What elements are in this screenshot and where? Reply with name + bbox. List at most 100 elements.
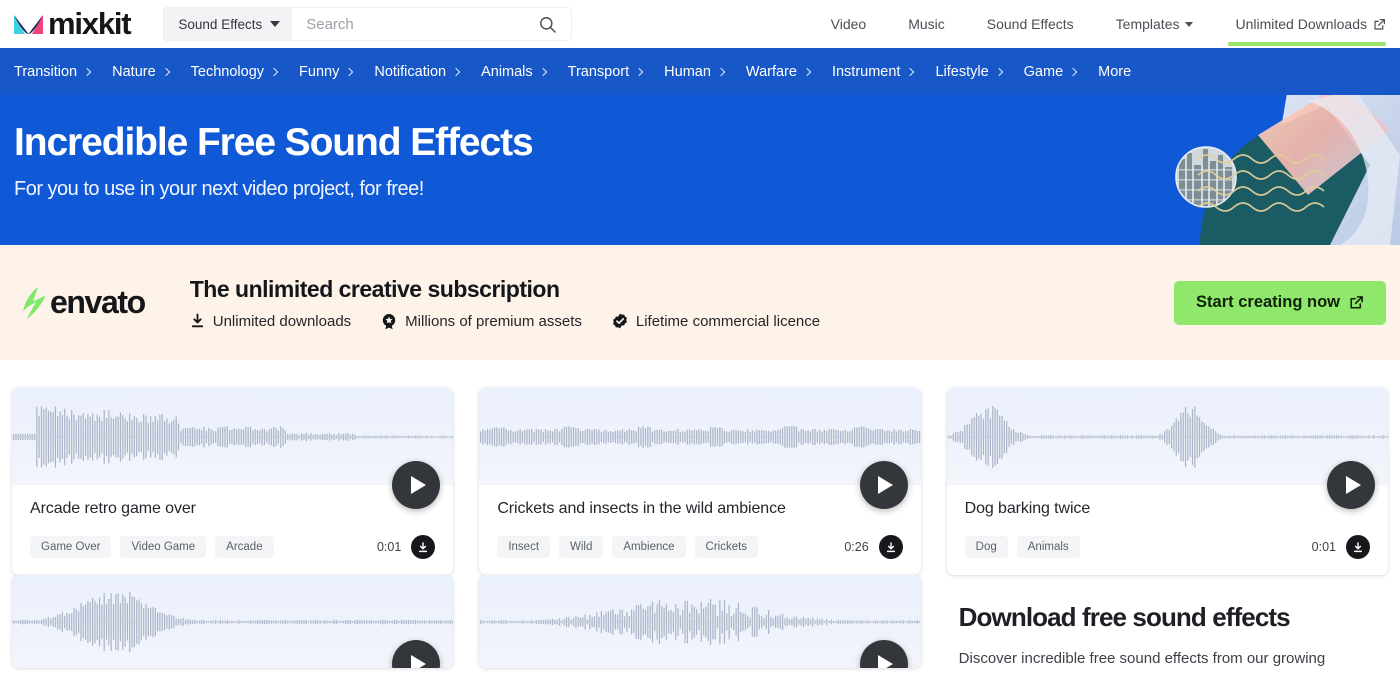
category-item-more[interactable]: More bbox=[1098, 64, 1153, 80]
envato-logo[interactable]: envato bbox=[22, 284, 146, 321]
duration-label: 0:26 bbox=[844, 540, 869, 554]
category-item-transition[interactable]: Transition bbox=[14, 64, 112, 80]
envato-promo-banner: envato The unlimited creative subscripti… bbox=[0, 245, 1400, 360]
category-item-funny[interactable]: Funny bbox=[299, 64, 374, 80]
envato-feature-unlimited-downloads: Unlimited downloads bbox=[190, 313, 351, 330]
tag-chip[interactable]: Ambience bbox=[612, 536, 686, 558]
feature-label: Millions of premium assets bbox=[405, 312, 582, 330]
promo-description: Discover incredible free sound effects f… bbox=[958, 650, 1326, 667]
card-meta: 0:01 bbox=[376, 535, 436, 559]
chevron-right-icon bbox=[538, 67, 547, 76]
category-nav-bar: Transition Nature Technology Funny Notificat… bbox=[0, 48, 1400, 95]
category-item-notification[interactable]: Notification bbox=[374, 64, 481, 80]
category-label: Human bbox=[664, 63, 711, 80]
category-item-animals[interactable]: Animals bbox=[481, 64, 568, 80]
play-button[interactable] bbox=[392, 461, 441, 509]
search-category-label: Sound Effects bbox=[178, 16, 263, 32]
card-body: Arcade retro game over Game Over Video Gam… bbox=[12, 485, 453, 575]
primary-nav: Video Music Sound Effects Templates Unli… bbox=[810, 0, 1400, 48]
play-button[interactable] bbox=[1327, 461, 1375, 509]
category-item-nature[interactable]: Nature bbox=[112, 64, 191, 80]
download-icon bbox=[419, 541, 428, 552]
category-label: Transition bbox=[14, 63, 78, 80]
tag-chip[interactable]: Arcade bbox=[215, 536, 274, 558]
nav-item-music[interactable]: Music bbox=[887, 0, 966, 48]
chevron-right-icon bbox=[634, 67, 644, 76]
chevron-right-icon bbox=[269, 67, 279, 76]
download-button[interactable] bbox=[1346, 535, 1370, 559]
category-item-warfare[interactable]: Warfare bbox=[746, 64, 832, 80]
download-button[interactable] bbox=[411, 535, 436, 559]
waveform-area[interactable] bbox=[479, 388, 921, 509]
envato-bolt-icon bbox=[23, 286, 46, 319]
dog-barking-twice-waveform bbox=[946, 405, 1388, 468]
nav-item-templates[interactable]: Templates bbox=[1095, 0, 1215, 48]
mixkit-m-mark-icon bbox=[14, 14, 43, 34]
duration-label: 0:01 bbox=[376, 540, 402, 554]
play-button[interactable] bbox=[859, 461, 908, 509]
tag-chip[interactable]: Dog bbox=[964, 536, 1008, 558]
category-label: Animals bbox=[481, 63, 533, 80]
site-logo[interactable]: mixkit bbox=[14, 0, 132, 48]
search-bar[interactable]: Sound Effects bbox=[163, 7, 573, 41]
feature-label: Unlimited downloads bbox=[212, 312, 352, 330]
download-button[interactable] bbox=[878, 535, 903, 559]
category-item-transport[interactable]: Transport bbox=[568, 64, 665, 80]
tag-chip[interactable]: Game Over bbox=[30, 536, 112, 558]
sound-card-partial-1[interactable] bbox=[12, 575, 454, 668]
sound-effect-card-grid: Arcade retro game over Game Over Video Gam… bbox=[0, 360, 1400, 575]
waveform-area[interactable] bbox=[12, 388, 454, 509]
play-icon bbox=[410, 476, 426, 494]
cta-label: Start creating now bbox=[1196, 293, 1340, 311]
partial-card-2-waveform bbox=[479, 598, 921, 645]
category-item-human[interactable]: Human bbox=[664, 64, 746, 80]
sound-card[interactable]: Arcade retro game over Game Over Video Gam… bbox=[12, 388, 454, 575]
tag-chip[interactable]: Crickets bbox=[694, 536, 759, 558]
sound-card-partial-2[interactable] bbox=[479, 575, 921, 668]
search-icon[interactable] bbox=[538, 15, 557, 34]
waveform-area[interactable] bbox=[946, 388, 1388, 509]
tag-chip[interactable]: Animals bbox=[1016, 536, 1080, 558]
search-field[interactable] bbox=[292, 8, 572, 40]
start-creating-now-button[interactable]: Start creating now bbox=[1174, 280, 1386, 325]
envato-feature-lifetime-licence: Lifetime commercial licence bbox=[612, 313, 820, 330]
category-item-technology[interactable]: Technology bbox=[191, 64, 299, 80]
nav-item-unlimited-downloads[interactable]: Unlimited Downloads bbox=[1214, 0, 1386, 48]
tag-chip[interactable]: Wild bbox=[559, 536, 604, 558]
arcade-retro-game-over-waveform bbox=[12, 405, 454, 468]
tag-row: Game Over Video Game Arcade 0:01 bbox=[30, 535, 436, 559]
search-input[interactable] bbox=[306, 15, 539, 33]
category-item-instrument[interactable]: Instrument bbox=[832, 64, 936, 80]
tag-chip[interactable]: Insect bbox=[497, 536, 551, 558]
category-label: More bbox=[1098, 63, 1132, 80]
chevron-right-icon bbox=[906, 67, 915, 76]
category-label: Technology bbox=[190, 63, 265, 80]
card-title: Dog barking twice bbox=[964, 500, 1091, 517]
nav-item-sound-effects[interactable]: Sound Effects bbox=[966, 0, 1095, 48]
hero-text-block: Incredible Free Sound Effects For you to… bbox=[14, 122, 534, 201]
category-label: Lifestyle bbox=[935, 63, 989, 80]
nav-item-video[interactable]: Video bbox=[810, 0, 888, 48]
category-label: Warfare bbox=[745, 63, 797, 80]
promo-title: Download free sound effects bbox=[958, 602, 1291, 632]
sound-card[interactable]: Crickets and insects in the wild ambienc… bbox=[479, 388, 921, 575]
external-link-icon bbox=[1374, 18, 1385, 30]
play-icon bbox=[878, 655, 894, 668]
search-category-select[interactable]: Sound Effects bbox=[164, 8, 293, 40]
category-item-game[interactable]: Game bbox=[1024, 64, 1099, 80]
promo-block: Download free sound effects Discover inc… bbox=[947, 575, 1388, 670]
nav-item-label: Video bbox=[830, 16, 867, 32]
play-icon bbox=[878, 476, 894, 494]
envato-feature-list: Unlimited downloads Millions of premium … bbox=[190, 313, 820, 330]
envato-headline: The unlimited creative subscription bbox=[189, 275, 560, 302]
tag-chip[interactable]: Video Game bbox=[120, 536, 207, 558]
nav-item-label: Sound Effects bbox=[986, 16, 1074, 32]
chevron-down-icon bbox=[270, 21, 281, 27]
card-title: Arcade retro game over bbox=[30, 500, 196, 517]
top-bar: mixkit Sound Effects Video Music Sound E… bbox=[0, 0, 1400, 48]
download-icon bbox=[886, 541, 895, 552]
waveform-area[interactable] bbox=[479, 575, 921, 668]
waveform-area[interactable] bbox=[12, 575, 454, 668]
sound-card[interactable]: Dog barking twice Dog Animals 0:01 bbox=[946, 388, 1388, 575]
category-item-lifestyle[interactable]: Lifestyle bbox=[935, 64, 1023, 80]
